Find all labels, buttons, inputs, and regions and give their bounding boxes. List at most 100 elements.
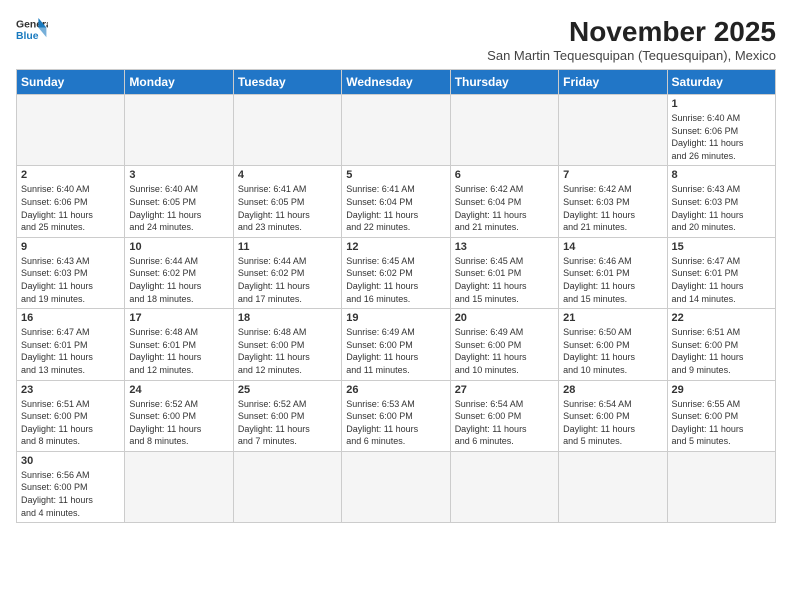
day-number: 5 bbox=[346, 169, 445, 181]
day-info: Sunrise: 6:52 AM Sunset: 6:00 PM Dayligh… bbox=[238, 398, 337, 448]
day-info: Sunrise: 6:49 AM Sunset: 6:00 PM Dayligh… bbox=[455, 326, 554, 376]
day-number: 10 bbox=[129, 241, 228, 253]
day-info: Sunrise: 6:41 AM Sunset: 6:04 PM Dayligh… bbox=[346, 183, 445, 233]
calendar-cell: 21 Sunrise: 6:50 AM Sunset: 6:00 PM Dayli… bbox=[559, 309, 667, 380]
calendar-cell bbox=[342, 451, 450, 522]
calendar-week-3: 9 Sunrise: 6:43 AM Sunset: 6:03 PM Daylig… bbox=[17, 237, 776, 308]
calendar-cell: 14 Sunrise: 6:46 AM Sunset: 6:01 PM Dayli… bbox=[559, 237, 667, 308]
calendar-cell: 11 Sunrise: 6:44 AM Sunset: 6:02 PM Dayli… bbox=[233, 237, 341, 308]
day-number: 1 bbox=[672, 98, 771, 110]
day-number: 21 bbox=[563, 312, 662, 324]
day-info: Sunrise: 6:54 AM Sunset: 6:00 PM Dayligh… bbox=[455, 398, 554, 448]
day-info: Sunrise: 6:55 AM Sunset: 6:00 PM Dayligh… bbox=[672, 398, 771, 448]
day-number: 6 bbox=[455, 169, 554, 181]
calendar-cell: 1Sunrise: 6:40 AM Sunset: 6:06 PM Daylig… bbox=[667, 95, 775, 166]
day-info: Sunrise: 6:47 AM Sunset: 6:01 PM Dayligh… bbox=[21, 326, 120, 376]
calendar-cell bbox=[559, 95, 667, 166]
day-header-monday: Monday bbox=[125, 70, 233, 95]
day-number: 25 bbox=[238, 384, 337, 396]
day-info: Sunrise: 6:40 AM Sunset: 6:05 PM Dayligh… bbox=[129, 183, 228, 233]
day-info: Sunrise: 6:40 AM Sunset: 6:06 PM Dayligh… bbox=[21, 183, 120, 233]
day-number: 18 bbox=[238, 312, 337, 324]
day-info: Sunrise: 6:56 AM Sunset: 6:00 PM Dayligh… bbox=[21, 469, 120, 519]
day-info: Sunrise: 6:48 AM Sunset: 6:01 PM Dayligh… bbox=[129, 326, 228, 376]
day-info: Sunrise: 6:54 AM Sunset: 6:00 PM Dayligh… bbox=[563, 398, 662, 448]
calendar-cell: 27Sunrise: 6:54 AM Sunset: 6:00 PM Dayli… bbox=[450, 380, 558, 451]
day-info: Sunrise: 6:44 AM Sunset: 6:02 PM Dayligh… bbox=[129, 255, 228, 305]
calendar-cell: 15Sunrise: 6:47 AM Sunset: 6:01 PM Dayli… bbox=[667, 237, 775, 308]
day-number: 8 bbox=[672, 169, 771, 181]
calendar-cell: 8 Sunrise: 6:43 AM Sunset: 6:03 PM Daylig… bbox=[667, 166, 775, 237]
day-info: Sunrise: 6:43 AM Sunset: 6:03 PM Dayligh… bbox=[672, 183, 771, 233]
day-number: 20 bbox=[455, 312, 554, 324]
calendar-cell bbox=[233, 451, 341, 522]
day-header-saturday: Saturday bbox=[667, 70, 775, 95]
calendar-cell: 10 Sunrise: 6:44 AM Sunset: 6:02 PM Dayli… bbox=[125, 237, 233, 308]
calendar-cell bbox=[17, 95, 125, 166]
calendar-table: SundayMondayTuesdayWednesdayThursdayFrid… bbox=[16, 69, 776, 523]
day-number: 2 bbox=[21, 169, 120, 181]
day-number: 12 bbox=[346, 241, 445, 253]
location-subtitle: San Martin Tequesquipan (Tequesquipan), … bbox=[487, 48, 776, 63]
day-info: Sunrise: 6:43 AM Sunset: 6:03 PM Dayligh… bbox=[21, 255, 120, 305]
day-info: Sunrise: 6:47 AM Sunset: 6:01 PM Dayligh… bbox=[672, 255, 771, 305]
calendar-cell: 6 Sunrise: 6:42 AM Sunset: 6:04 PM Daylig… bbox=[450, 166, 558, 237]
day-number: 11 bbox=[238, 241, 337, 253]
day-info: Sunrise: 6:53 AM Sunset: 6:00 PM Dayligh… bbox=[346, 398, 445, 448]
calendar-cell: 4Sunrise: 6:41 AM Sunset: 6:05 PM Daylig… bbox=[233, 166, 341, 237]
day-number: 14 bbox=[563, 241, 662, 253]
calendar-cell: 30 Sunrise: 6:56 AM Sunset: 6:00 PM Dayli… bbox=[17, 451, 125, 522]
calendar-cell bbox=[559, 451, 667, 522]
day-info: Sunrise: 6:52 AM Sunset: 6:00 PM Dayligh… bbox=[129, 398, 228, 448]
day-info: Sunrise: 6:45 AM Sunset: 6:02 PM Dayligh… bbox=[346, 255, 445, 305]
calendar-cell: 26 Sunrise: 6:53 AM Sunset: 6:00 PM Dayli… bbox=[342, 380, 450, 451]
calendar-cell: 13 Sunrise: 6:45 AM Sunset: 6:01 PM Dayli… bbox=[450, 237, 558, 308]
day-info: Sunrise: 6:50 AM Sunset: 6:00 PM Dayligh… bbox=[563, 326, 662, 376]
calendar-cell: 2 Sunrise: 6:40 AM Sunset: 6:06 PM Daylig… bbox=[17, 166, 125, 237]
calendar-cell: 16 Sunrise: 6:47 AM Sunset: 6:01 PM Dayli… bbox=[17, 309, 125, 380]
calendar-cell: 20 Sunrise: 6:49 AM Sunset: 6:00 PM Dayli… bbox=[450, 309, 558, 380]
day-number: 29 bbox=[672, 384, 771, 396]
day-info: Sunrise: 6:44 AM Sunset: 6:02 PM Dayligh… bbox=[238, 255, 337, 305]
calendar-week-2: 2 Sunrise: 6:40 AM Sunset: 6:06 PM Daylig… bbox=[17, 166, 776, 237]
calendar-cell: 5 Sunrise: 6:41 AM Sunset: 6:04 PM Daylig… bbox=[342, 166, 450, 237]
calendar-cell bbox=[342, 95, 450, 166]
calendar-cell: 28 Sunrise: 6:54 AM Sunset: 6:00 PM Dayli… bbox=[559, 380, 667, 451]
day-info: Sunrise: 6:42 AM Sunset: 6:03 PM Dayligh… bbox=[563, 183, 662, 233]
day-number: 9 bbox=[21, 241, 120, 253]
calendar-cell bbox=[125, 451, 233, 522]
day-header-tuesday: Tuesday bbox=[233, 70, 341, 95]
calendar-cell: 22Sunrise: 6:51 AM Sunset: 6:00 PM Dayli… bbox=[667, 309, 775, 380]
day-info: Sunrise: 6:49 AM Sunset: 6:00 PM Dayligh… bbox=[346, 326, 445, 376]
day-number: 24 bbox=[129, 384, 228, 396]
month-title: November 2025 bbox=[487, 16, 776, 48]
day-number: 26 bbox=[346, 384, 445, 396]
day-number: 13 bbox=[455, 241, 554, 253]
day-header-friday: Friday bbox=[559, 70, 667, 95]
calendar-cell: 17Sunrise: 6:48 AM Sunset: 6:01 PM Dayli… bbox=[125, 309, 233, 380]
calendar-cell: 12 Sunrise: 6:45 AM Sunset: 6:02 PM Dayli… bbox=[342, 237, 450, 308]
day-number: 28 bbox=[563, 384, 662, 396]
calendar-cell: 24 Sunrise: 6:52 AM Sunset: 6:00 PM Dayli… bbox=[125, 380, 233, 451]
calendar-cell: 9 Sunrise: 6:43 AM Sunset: 6:03 PM Daylig… bbox=[17, 237, 125, 308]
calendar-cell: 18 Sunrise: 6:48 AM Sunset: 6:00 PM Dayli… bbox=[233, 309, 341, 380]
day-number: 16 bbox=[21, 312, 120, 324]
calendar-cell: 29 Sunrise: 6:55 AM Sunset: 6:00 PM Dayli… bbox=[667, 380, 775, 451]
calendar-cell bbox=[125, 95, 233, 166]
day-number: 30 bbox=[21, 455, 120, 467]
calendar-cell bbox=[667, 451, 775, 522]
day-info: Sunrise: 6:51 AM Sunset: 6:00 PM Dayligh… bbox=[21, 398, 120, 448]
day-header-wednesday: Wednesday bbox=[342, 70, 450, 95]
calendar-cell bbox=[233, 95, 341, 166]
calendar-cell bbox=[450, 451, 558, 522]
day-info: Sunrise: 6:42 AM Sunset: 6:04 PM Dayligh… bbox=[455, 183, 554, 233]
calendar-cell: 7 Sunrise: 6:42 AM Sunset: 6:03 PM Daylig… bbox=[559, 166, 667, 237]
day-number: 23 bbox=[21, 384, 120, 396]
day-number: 7 bbox=[563, 169, 662, 181]
calendar-week-5: 23 Sunrise: 6:51 AM Sunset: 6:00 PM Dayli… bbox=[17, 380, 776, 451]
day-info: Sunrise: 6:46 AM Sunset: 6:01 PM Dayligh… bbox=[563, 255, 662, 305]
title-block: November 2025 San Martin Tequesquipan (T… bbox=[487, 16, 776, 63]
day-info: Sunrise: 6:45 AM Sunset: 6:01 PM Dayligh… bbox=[455, 255, 554, 305]
day-info: Sunrise: 6:48 AM Sunset: 6:00 PM Dayligh… bbox=[238, 326, 337, 376]
calendar-header-row: SundayMondayTuesdayWednesdayThursdayFrid… bbox=[17, 70, 776, 95]
